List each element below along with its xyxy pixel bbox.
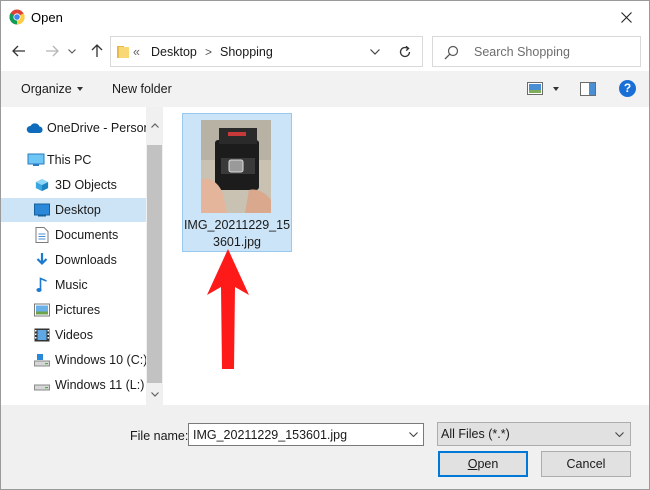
download-icon: [36, 253, 48, 266]
cloud-icon: [26, 123, 43, 133]
navigation-scrollbar[interactable]: [146, 107, 163, 405]
open-accelerator: O: [467, 457, 478, 471]
file-name-input[interactable]: IMG_20211229_153601.jpg: [188, 423, 424, 446]
scroll-up-button[interactable]: [146, 117, 163, 134]
open-button[interactable]: Open: [438, 451, 528, 477]
refresh-icon: [399, 45, 410, 57]
sidebar-item-label: Windows 11 (L:): [55, 378, 145, 392]
arrow-right-icon: [46, 45, 59, 57]
close-icon: [620, 11, 632, 23]
chevron-down-icon: [150, 392, 159, 397]
caret-down-icon: [76, 86, 83, 91]
sidebar-item-label: OneDrive - Person: [47, 121, 151, 135]
recent-locations-button[interactable]: [65, 40, 79, 62]
sidebar-item-desktop[interactable]: Desktop: [1, 198, 146, 222]
sidebar-item-pictures[interactable]: Pictures: [1, 298, 146, 322]
chevron-up-icon: [150, 123, 159, 128]
sidebar-item-music[interactable]: Music: [1, 273, 146, 297]
video-icon: [34, 328, 50, 342]
file-list[interactable]: IMG_20211229_153601.jpg: [163, 107, 649, 405]
open-file-dialog: Open « Desktop > Shopping Search Shoppin…: [0, 0, 650, 490]
command-bar: Organize New folder ?: [1, 71, 649, 107]
file-name-label: IMG_20211229_153601.jpg: [183, 218, 291, 249]
sidebar-item-windows-11-l[interactable]: Windows 11 (L:): [1, 373, 146, 397]
chevron-down-icon: [370, 48, 380, 55]
chrome-icon: [9, 9, 25, 25]
document-icon: [35, 227, 49, 243]
search-box[interactable]: Search Shopping: [432, 36, 641, 67]
sidebar-item-label: Videos: [55, 328, 93, 342]
sidebar-item-documents[interactable]: Documents: [1, 223, 146, 247]
sidebar-item-label: Downloads: [55, 253, 117, 267]
sidebar-item-3d-objects[interactable]: 3D Objects: [1, 173, 146, 197]
sidebar-item-videos[interactable]: Videos: [1, 323, 146, 347]
sidebar-item-onedrive[interactable]: OneDrive - Person: [1, 116, 151, 140]
arrow-left-icon: [12, 45, 25, 57]
chevron-down-icon: [614, 431, 624, 437]
breadcrumb-separator[interactable]: >: [205, 45, 212, 59]
chevron-down-icon: [68, 48, 76, 54]
sidebar-item-label: Documents: [55, 228, 119, 242]
sidebar-item-windows-10-c[interactable]: Windows 10 (C:): [1, 348, 148, 372]
chevron-down-icon: [408, 432, 418, 437]
folder-icon: [117, 46, 129, 58]
red-annotation-arrow: [207, 249, 249, 369]
organize-menu[interactable]: Organize: [21, 82, 83, 96]
sidebar-item-label: Music: [55, 278, 88, 292]
navigation-pane[interactable]: OneDrive - Person This PC 3D Objects Des…: [1, 107, 163, 405]
sidebar-item-downloads[interactable]: Downloads: [1, 248, 146, 272]
arrow-up-icon: [91, 44, 103, 57]
image-thumbnail: [201, 120, 271, 213]
scroll-down-button[interactable]: [146, 386, 163, 403]
scroll-thumb[interactable]: [147, 145, 162, 383]
watch-box-photo: [201, 120, 271, 213]
up-button[interactable]: [86, 40, 108, 62]
change-view-icon[interactable]: [527, 82, 543, 95]
file-type-select[interactable]: All Files (*.*): [437, 422, 631, 446]
sidebar-item-label: Pictures: [55, 303, 101, 317]
computer-icon: [27, 153, 45, 166]
file-name-value: IMG_20211229_153601.jpg: [193, 428, 348, 442]
address-dropdown[interactable]: [361, 37, 389, 66]
file-type-dropdown[interactable]: [610, 424, 628, 444]
file-name-label: File name:: [130, 429, 189, 443]
file-item[interactable]: IMG_20211229_153601.jpg: [182, 113, 292, 252]
view-options-caret-icon[interactable]: [553, 87, 559, 91]
sidebar-item-label: Windows 10 (C:): [55, 353, 148, 367]
window-title: Open: [31, 10, 63, 25]
title-bar: Open: [1, 1, 649, 33]
address-bar[interactable]: « Desktop > Shopping: [110, 36, 422, 67]
cube-icon: [35, 178, 49, 192]
search-input[interactable]: Search Shopping: [474, 45, 570, 59]
new-folder-button[interactable]: New folder: [112, 82, 172, 96]
music-icon: [36, 277, 47, 292]
navigation-row: « Desktop > Shopping Search Shopping: [1, 33, 649, 71]
breadcrumb-shopping[interactable]: Shopping: [220, 45, 273, 59]
preview-pane-icon[interactable]: [580, 82, 596, 96]
desktop-icon: [34, 203, 50, 217]
search-icon: [444, 45, 459, 60]
back-button[interactable]: [8, 40, 30, 62]
drive-icon: [34, 384, 50, 391]
forward-button[interactable]: [41, 40, 63, 62]
sidebar-item-this-pc[interactable]: This PC: [1, 148, 146, 172]
cancel-button[interactable]: Cancel: [541, 451, 631, 477]
dialog-footer: File name: IMG_20211229_153601.jpg All F…: [1, 405, 649, 489]
sidebar-item-label: 3D Objects: [55, 178, 117, 192]
organize-label: Organize: [21, 82, 72, 96]
close-button[interactable]: [603, 1, 649, 33]
sidebar-item-label: Desktop: [55, 203, 101, 217]
file-type-value: All Files (*.*): [441, 427, 510, 441]
open-label: pen: [477, 457, 499, 471]
file-name-dropdown[interactable]: [403, 424, 423, 445]
drive-icon: [34, 354, 50, 367]
refresh-button[interactable]: [387, 36, 423, 67]
breadcrumb-desktop[interactable]: Desktop: [151, 45, 197, 59]
breadcrumb-overflow[interactable]: «: [133, 45, 140, 59]
pictures-icon: [34, 303, 50, 317]
help-icon[interactable]: ?: [619, 80, 636, 97]
sidebar-item-label: This PC: [47, 153, 92, 167]
